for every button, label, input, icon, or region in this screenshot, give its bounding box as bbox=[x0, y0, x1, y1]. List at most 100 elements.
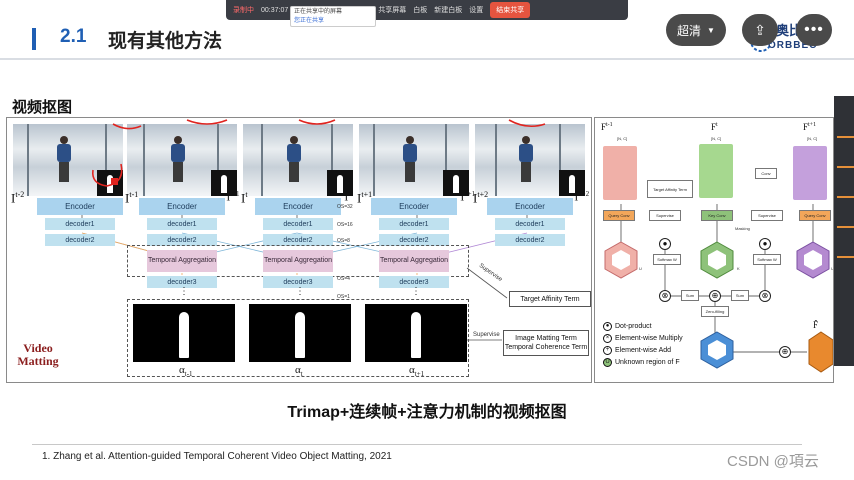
more-button[interactable]: ••• bbox=[796, 14, 832, 46]
tooltip-line-2: 您正在共享 bbox=[294, 18, 325, 24]
feature-map-next bbox=[793, 146, 827, 200]
watermark: CSDN @項云 bbox=[727, 453, 819, 470]
meeting-item-whiteboard[interactable]: 白板 bbox=[413, 5, 427, 15]
alpha-label: αt-1 bbox=[179, 364, 193, 379]
meeting-timer: 00:37:07 bbox=[261, 6, 289, 14]
temporal-aggregation-block: Temporal Aggregation bbox=[379, 250, 449, 272]
share-icon: ⇪ bbox=[754, 21, 766, 38]
scale-label: OS=16 bbox=[337, 222, 353, 228]
decoder1-block: decoder1 bbox=[379, 218, 449, 230]
section-number: 2.1 bbox=[60, 26, 87, 47]
share-tooltip: 正在共享中的屏幕 您正在共享 bbox=[290, 6, 376, 27]
masking-label: Masking bbox=[735, 226, 750, 231]
query-conv-box: Query Conv bbox=[603, 210, 635, 221]
title-divider bbox=[0, 58, 854, 60]
alpha-label: αt+1 bbox=[409, 364, 425, 379]
video-matting-figure: It-2 It-1 It It+1 It+2 Tt-1 Tt Tt+1 Tt+2… bbox=[6, 117, 592, 383]
k-label: K bbox=[737, 266, 740, 271]
target-affinity-box: Target Affinity Term bbox=[647, 180, 693, 198]
u-label: U bbox=[639, 266, 642, 271]
target-affinity-term-box: Target Affinity Term bbox=[509, 291, 591, 307]
footer-divider bbox=[32, 444, 802, 445]
alpha-matte bbox=[249, 304, 351, 362]
dim-label: [N, C] bbox=[807, 136, 818, 141]
encoder-block: Encoder bbox=[37, 198, 123, 215]
scale-label: OS=8 bbox=[337, 238, 350, 244]
decoder1-block: decoder1 bbox=[263, 218, 333, 230]
pen-annotations bbox=[91, 119, 546, 187]
encoder-block: Encoder bbox=[371, 198, 457, 215]
temporal-aggregation-block: Temporal Aggregation bbox=[263, 250, 333, 272]
decoder2-block: decoder2 bbox=[495, 234, 565, 246]
quality-selector[interactable]: 超清 ▼ bbox=[666, 14, 726, 46]
trimap-label: Tt-1 bbox=[225, 190, 240, 204]
share-button[interactable]: ⇪ bbox=[742, 14, 778, 46]
softmax-box: Softmax W bbox=[753, 254, 781, 265]
encoder-block: Encoder bbox=[255, 198, 341, 215]
attention-module-figure: Ft-1 Ft Ft+1 [N, C] [N, C] [N, C] Target… bbox=[594, 117, 834, 383]
conv-box: Conv bbox=[755, 168, 777, 179]
video-matting-label: Video Matting bbox=[17, 341, 59, 368]
alpha-label: αt bbox=[295, 364, 303, 379]
temporal-aggregation-block: Temporal Aggregation bbox=[147, 250, 217, 272]
legend-item: ● Dot-product bbox=[603, 322, 652, 331]
tooltip-line-1: 正在共享中的屏幕 bbox=[294, 9, 343, 15]
add-op-icon: ⊕ bbox=[779, 346, 791, 358]
legend-item: + Element-wise Add bbox=[603, 346, 671, 355]
ellipsis: ⋮ bbox=[295, 286, 305, 297]
quality-label: 超清 bbox=[677, 23, 702, 38]
temporal-coherence-term: Temporal Coherence Term bbox=[504, 344, 588, 351]
decoder2-block: decoder2 bbox=[45, 234, 115, 246]
title-accent-bar bbox=[32, 28, 36, 50]
chevron-down-icon: ▼ bbox=[707, 25, 715, 35]
add-op-icon: ⊕ bbox=[709, 290, 721, 302]
subheading: 视频抠图 bbox=[12, 99, 73, 116]
sum-box: Sum bbox=[731, 290, 749, 301]
more-icon: ••• bbox=[804, 21, 824, 38]
image-matting-term: Image Matting Term bbox=[515, 335, 577, 342]
zero-filling-box: Zero-filling bbox=[701, 306, 729, 317]
meeting-item-settings[interactable]: 设置 bbox=[469, 5, 483, 15]
trimap-label: Tt bbox=[343, 190, 352, 204]
frame-label: It+2 bbox=[473, 190, 489, 206]
ellipsis: ⋮ bbox=[179, 286, 189, 297]
reference-text: 1. Zhang et al. Attention-guided Tempora… bbox=[42, 451, 392, 462]
feature-label: Ft+1 bbox=[803, 122, 817, 132]
scale-label: OS=32 bbox=[337, 204, 353, 210]
frame-label: It-1 bbox=[125, 190, 139, 206]
frame-label: It bbox=[241, 190, 248, 206]
supervise-box: Supervise bbox=[751, 210, 783, 221]
trimap-label: Tt+2 bbox=[573, 190, 590, 204]
side-panel-cropped bbox=[834, 96, 854, 366]
page-title: 现有其他方法 bbox=[108, 31, 223, 52]
feature-map-current bbox=[699, 144, 733, 198]
decoder1-block: decoder1 bbox=[147, 218, 217, 230]
dim-label: [N, C] bbox=[711, 136, 722, 141]
dot-product-op-icon: ● bbox=[659, 238, 671, 250]
feature-map-prev bbox=[603, 146, 637, 200]
decoder1-block: decoder1 bbox=[495, 218, 565, 230]
multiply-op-icon: ⊗ bbox=[759, 290, 771, 302]
ellipsis: ⋮ bbox=[411, 286, 421, 297]
sum-box: Sum bbox=[681, 290, 699, 301]
legend-item: × Element-wise Multiply bbox=[603, 334, 683, 343]
dim-label: [N, C] bbox=[617, 136, 628, 141]
softmax-box: Softmax W bbox=[653, 254, 681, 265]
alpha-matte bbox=[133, 304, 235, 362]
legend-item: U Unknown region of F bbox=[603, 358, 680, 367]
meeting-item-new-whiteboard[interactable]: 新建白板 bbox=[434, 5, 462, 15]
feature-label: Ft bbox=[711, 122, 718, 132]
query-conv-box: Query Conv bbox=[799, 210, 831, 221]
decoder1-block: decoder1 bbox=[45, 218, 115, 230]
meeting-item-share[interactable]: 共享屏幕 bbox=[378, 5, 406, 15]
supervise-box: Supervise bbox=[649, 210, 681, 221]
end-share-button[interactable]: 结束共享 bbox=[490, 2, 531, 18]
frame-label: It+1 bbox=[357, 190, 373, 206]
trimap-label: Tt+1 bbox=[459, 190, 476, 204]
encoder-block: Encoder bbox=[139, 198, 225, 215]
encoder-block: Encoder bbox=[487, 198, 573, 215]
frame-label: It-2 bbox=[11, 190, 25, 206]
dot-product-op-icon: ● bbox=[759, 238, 771, 250]
loss-terms-box: Image Matting Term Temporal Coherence Te… bbox=[503, 330, 589, 356]
figure-caption: Trimap+连续帧+注意力机制的视频抠图 bbox=[287, 404, 567, 421]
